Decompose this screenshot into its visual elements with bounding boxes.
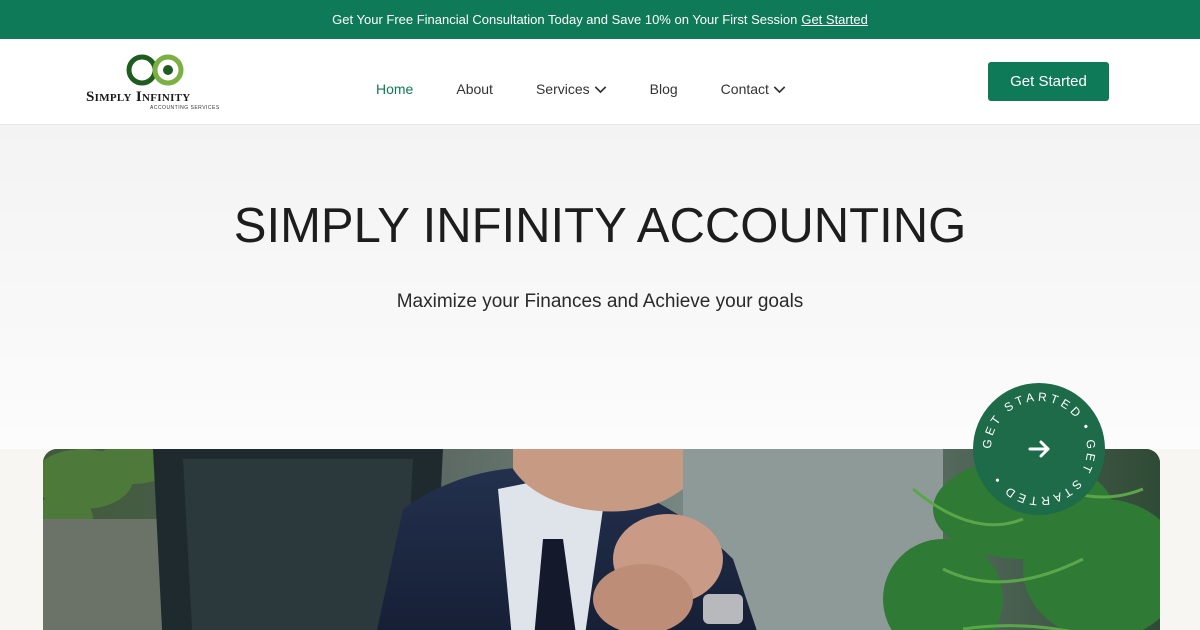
nav-blog-label: Blog bbox=[649, 81, 678, 97]
hero-title: SIMPLY INFINITY ACCOUNTING bbox=[233, 199, 967, 253]
nav-home-label: Home bbox=[376, 81, 414, 97]
main-nav: Home About Services Blog Contact bbox=[376, 81, 829, 97]
announcement-text: Get Your Free Financial Consultation Tod… bbox=[332, 12, 798, 27]
nav-services-label: Services bbox=[535, 81, 590, 97]
nav-about-label: About bbox=[456, 81, 493, 97]
get-started-badge-graphic: GET STARTED • GET STARTED • bbox=[973, 383, 1105, 515]
nav-about[interactable]: About bbox=[456, 81, 493, 97]
hero-subtitle: Maximize your Finances and Achieve your … bbox=[396, 291, 804, 312]
infinity-logo-icon bbox=[126, 54, 184, 86]
logo-name: Simply Infinity bbox=[86, 89, 191, 105]
site-logo[interactable]: Simply Infinity Accounting Services bbox=[86, 52, 236, 114]
announcement-link[interactable]: Get Started bbox=[801, 12, 867, 27]
header-get-started-button[interactable]: Get Started bbox=[988, 62, 1109, 101]
nav-home[interactable]: Home bbox=[376, 81, 413, 97]
announcement-bar: Get Your Free Financial Consultation Tod… bbox=[0, 0, 1200, 39]
logo-tagline: Accounting Services bbox=[150, 105, 220, 111]
site-header: Simply Infinity Accounting Services Home… bbox=[0, 39, 1200, 125]
nav-blog[interactable]: Blog bbox=[650, 81, 678, 97]
chevron-down-icon bbox=[773, 85, 786, 93]
chevron-down-icon bbox=[594, 85, 606, 93]
nav-contact-label: Contact bbox=[720, 81, 769, 97]
get-started-badge[interactable]: GET STARTED • GET STARTED • bbox=[972, 382, 1106, 516]
nav-contact[interactable]: Contact bbox=[721, 81, 786, 97]
nav-services[interactable]: Services bbox=[536, 81, 607, 97]
